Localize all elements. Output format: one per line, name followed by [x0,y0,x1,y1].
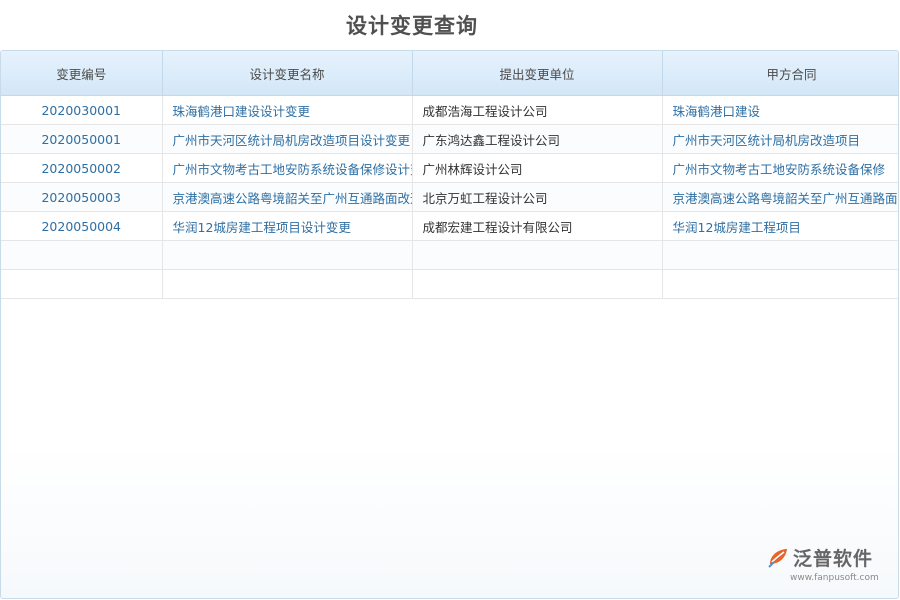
empty-cell [1,240,163,270]
cell-change-no[interactable]: 2020050002 [1,153,163,183]
logo-text: 泛普软件 [793,548,874,570]
cell-change-no[interactable]: 2020050001 [1,124,163,154]
table-row[interactable]: 2020050001 广州市天河区统计局机房改造项目设计变更 广东鸿达鑫工程设计… [1,124,898,154]
empty-cell [162,240,413,270]
column-header-change-name[interactable]: 设计变更名称 [162,51,413,96]
cell-contract[interactable]: 华润12城房建工程项目 [662,211,898,241]
table-row[interactable]: 2020050002 广州市文物考古工地安防系统设备保修设计变更 广州林辉设计公… [1,153,898,183]
cell-proposing-unit: 成都浩海工程设计公司 [412,95,663,125]
cell-change-name[interactable]: 广州市天河区统计局机房改造项目设计变更 [162,124,413,154]
cell-change-name[interactable]: 广州市文物考古工地安防系统设备保修设计变更 [162,153,413,183]
cell-contract[interactable]: 广州市文物考古工地安防系统设备保修 [662,153,898,183]
cell-change-name[interactable]: 华润12城房建工程项目设计变更 [162,211,413,241]
page-title: 设计变更查询 [346,14,478,38]
column-header-proposing-unit[interactable]: 提出变更单位 [412,51,663,96]
column-header-change-no[interactable]: 变更编号 [1,51,163,96]
empty-cell [1,269,163,299]
cell-change-no[interactable]: 2020050004 [1,211,163,241]
empty-cell [412,269,663,299]
cell-change-no[interactable]: 2020050003 [1,182,163,212]
empty-cell [412,240,663,270]
change-table: 变更编号 设计变更名称 提出变更单位 甲方合同 2020030001 珠海鹤港口… [1,51,898,299]
cell-proposing-unit: 成都宏建工程设计有限公司 [412,211,663,241]
fanpu-logo: 泛普软件 www.fanpusoft.com [766,544,890,588]
empty-table-row [1,269,898,299]
cell-change-name[interactable]: 珠海鹤港口建设设计变更 [162,95,413,125]
cell-proposing-unit: 广东鸿达鑫工程设计公司 [412,124,663,154]
empty-cell [662,269,898,299]
cell-contract[interactable]: 广州市天河区统计局机房改造项目 [662,124,898,154]
cell-contract[interactable]: 京港澳高速公路粤境韶关至广州互通路面改造 [662,182,898,212]
cell-contract[interactable]: 珠海鹤港口建设 [662,95,898,125]
table-row[interactable]: 2020050004 华润12城房建工程项目设计变更 成都宏建工程设计有限公司 … [1,211,898,241]
table-row[interactable]: 2020030001 珠海鹤港口建设设计变更 成都浩海工程设计公司 珠海鹤港口建… [1,95,898,125]
change-query-grid: 变更编号 设计变更名称 提出变更单位 甲方合同 2020030001 珠海鹤港口… [0,50,899,599]
fanpu-logo-icon [768,549,787,568]
cell-change-name[interactable]: 京港澳高速公路粤境韶关至广州互通路面改造设计变更 [162,182,413,212]
cell-proposing-unit: 北京万虹工程设计公司 [412,182,663,212]
column-header-contract[interactable]: 甲方合同 [662,51,898,96]
table-header-row: 变更编号 设计变更名称 提出变更单位 甲方合同 [1,51,898,96]
empty-cell [662,240,898,270]
cell-change-no[interactable]: 2020030001 [1,95,163,125]
empty-cell [162,269,413,299]
empty-table-row [1,240,898,270]
cell-proposing-unit: 广州林辉设计公司 [412,153,663,183]
logo-url: www.fanpusoft.com [790,573,879,583]
table-row[interactable]: 2020050003 京港澳高速公路粤境韶关至广州互通路面改造设计变更 北京万虹… [1,182,898,212]
